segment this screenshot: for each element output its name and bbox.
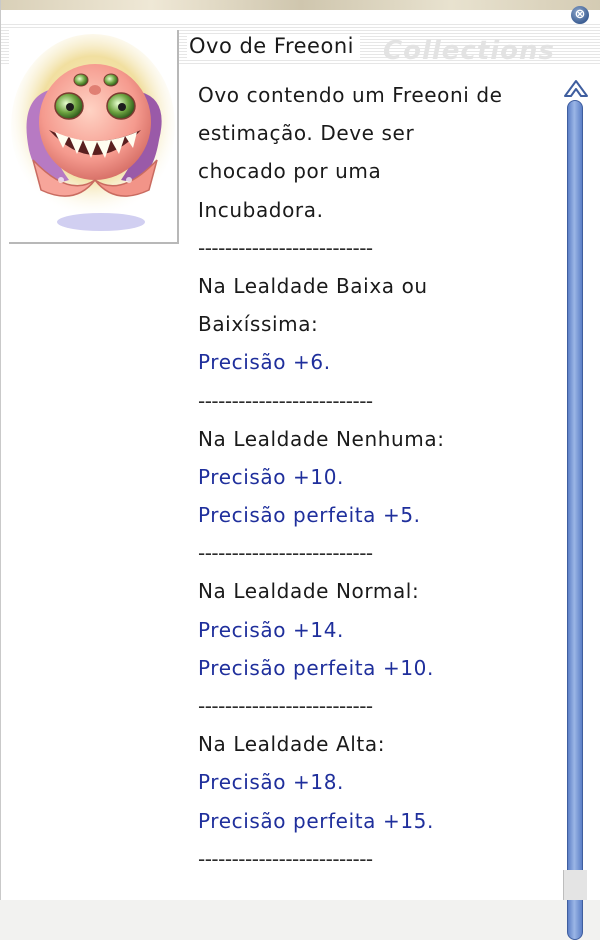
- item-portrait: [9, 30, 179, 244]
- chevron-up-icon: [564, 80, 588, 97]
- description-line: Incubadora.: [198, 197, 324, 222]
- item-info-window: Collections Ovo de Freeoni ⊗ Ovo contend…: [0, 0, 600, 940]
- item-description: Ovo contendo um Freeoni de estimação. Dev…: [198, 76, 558, 878]
- description-line: Baixíssima:: [198, 312, 319, 337]
- scrollbar-thumb[interactable]: [567, 100, 583, 940]
- description-line: chocado por uma: [198, 159, 382, 184]
- description-line: Ovo contendo um Freeoni de: [198, 83, 503, 107]
- scroll-up-button[interactable]: [563, 76, 589, 104]
- bonus-line: Precisão +14.: [198, 617, 344, 642]
- description-line: Na Lealdade Baixa ou: [198, 273, 428, 298]
- bonus-line: Precisão +10.: [198, 464, 344, 489]
- description-line: Na Lealdade Alta:: [198, 732, 386, 757]
- title-watermark: Collections: [383, 36, 556, 66]
- bonus-line: Precisão perfeita +10.: [198, 655, 434, 680]
- freeoni-egg-illustration: [11, 34, 175, 231]
- description-line: estimação. Deve ser: [198, 121, 415, 146]
- background-strip: [1, 0, 600, 10]
- close-button[interactable]: ⊗: [571, 6, 589, 24]
- scrollbar-bottom-track[interactable]: [563, 870, 587, 900]
- bonus-line: Precisão perfeita +5.: [198, 503, 421, 528]
- separator-line: --------------------------: [198, 388, 373, 413]
- scrollbar[interactable]: [563, 76, 589, 940]
- separator-line: --------------------------: [198, 541, 373, 566]
- item-title: Ovo de Freeoni: [187, 34, 360, 58]
- separator-line: --------------------------: [198, 694, 373, 718]
- description-line: Na Lealdade Normal:: [198, 579, 420, 604]
- bonus-line: Precisão +6.: [198, 350, 331, 375]
- bonus-line: Precisão +18.: [198, 770, 344, 795]
- bonus-line: Precisão perfeita +15.: [198, 808, 434, 833]
- separator-line: --------------------------: [198, 235, 373, 260]
- close-icon: ⊗: [574, 7, 586, 22]
- description-line: Na Lealdade Nenhuma:: [198, 426, 445, 451]
- separator-line: --------------------------: [198, 846, 373, 871]
